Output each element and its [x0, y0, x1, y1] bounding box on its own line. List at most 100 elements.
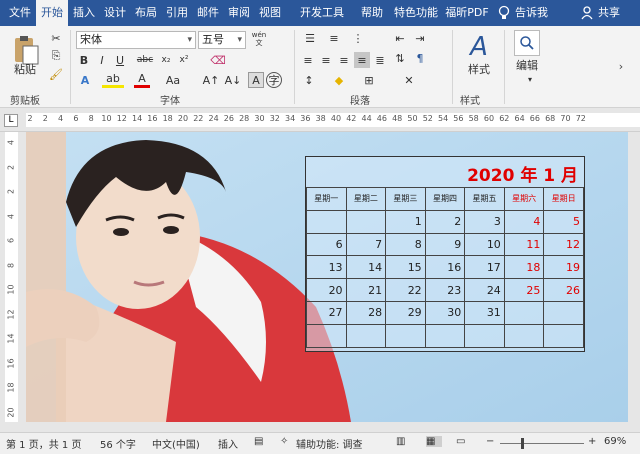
calendar-day-cell[interactable]: 8: [385, 232, 426, 257]
borders-icon[interactable]: ⊞: [360, 72, 378, 88]
tab-help[interactable]: 帮助: [358, 0, 386, 26]
font-name-combo[interactable]: 宋体 ▾: [76, 31, 196, 49]
calendar-day-cell[interactable]: [345, 209, 387, 234]
highlight-icon[interactable]: ab: [102, 72, 124, 88]
styles-icon[interactable]: A: [462, 30, 496, 64]
calendar-day-cell[interactable]: [503, 300, 545, 325]
chinese-layout-icon[interactable]: ✕: [400, 72, 418, 88]
line-spacing-icon[interactable]: ↕: [300, 72, 318, 88]
styles-button[interactable]: 样式: [460, 62, 498, 76]
bold-button[interactable]: B: [76, 52, 92, 68]
calendar-day-cell[interactable]: 30: [424, 300, 466, 325]
tab-home[interactable]: 开始: [36, 0, 68, 26]
clear-format-icon[interactable]: ⌫: [210, 52, 226, 68]
tab-design[interactable]: 设计: [101, 0, 129, 26]
calendar-day-cell[interactable]: 29: [385, 300, 426, 325]
bullets-icon[interactable]: ☰: [300, 30, 320, 46]
calendar-day-cell[interactable]: 19: [543, 255, 584, 280]
tab-features[interactable]: 特色功能: [390, 0, 442, 26]
person-icon[interactable]: [580, 0, 594, 26]
tab-foxit-pdf[interactable]: 福昕PDF: [444, 0, 490, 26]
calendar-day-cell[interactable]: 2: [424, 209, 466, 234]
calendar-day-cell[interactable]: 3: [464, 209, 505, 234]
calendar-day-cell[interactable]: 9: [424, 232, 466, 257]
calendar-day-cell[interactable]: 16: [424, 255, 466, 280]
calendar-day-cell[interactable]: 22: [385, 278, 426, 302]
calendar-day-cell[interactable]: 23: [424, 278, 466, 302]
tab-references[interactable]: 引用: [163, 0, 191, 26]
change-case-button[interactable]: Aa: [160, 72, 186, 88]
zoom-out-button[interactable]: −: [486, 436, 494, 447]
underline-button[interactable]: U: [112, 52, 128, 68]
calendar-day-cell[interactable]: 17: [464, 255, 505, 280]
tab-selector-icon[interactable]: L: [4, 114, 18, 127]
show-marks-icon[interactable]: ¶: [412, 50, 428, 66]
zoom-slider-thumb[interactable]: [521, 438, 524, 449]
word-count[interactable]: 56 个字: [100, 436, 136, 451]
search-icon[interactable]: [514, 30, 540, 56]
accessibility-status[interactable]: 辅助功能: 调查: [296, 436, 363, 451]
language-indicator[interactable]: 中文(中国): [152, 436, 200, 451]
accessibility-icon[interactable]: ✧: [280, 436, 294, 447]
calendar-day-cell[interactable]: [306, 323, 347, 348]
insert-mode[interactable]: 插入: [218, 436, 238, 451]
calendar-day-cell[interactable]: 25: [503, 278, 545, 302]
page-count[interactable]: 第 1 页，共 1 页: [6, 436, 81, 451]
macro-record-icon[interactable]: ▤: [254, 436, 268, 447]
multilevel-list-icon[interactable]: ⋮: [348, 30, 368, 46]
grow-font-button[interactable]: A↑: [202, 72, 220, 88]
calendar-day-cell[interactable]: [424, 323, 466, 348]
tab-review[interactable]: 审阅: [225, 0, 253, 26]
calendar-day-cell[interactable]: 20: [306, 278, 347, 302]
calendar-day-cell[interactable]: 7: [345, 232, 387, 257]
copy-icon[interactable]: ⎘: [48, 48, 64, 64]
font-size-combo[interactable]: 五号 ▾: [198, 31, 246, 49]
justify-icon[interactable]: ≡: [354, 52, 370, 68]
zoom-slider-track[interactable]: [500, 443, 584, 444]
increase-indent-icon[interactable]: ⇥: [412, 30, 428, 46]
numbering-icon[interactable]: ≡: [324, 30, 344, 46]
read-mode-icon[interactable]: ▥: [396, 436, 410, 447]
calendar-day-cell[interactable]: 4: [503, 209, 545, 234]
sort-icon[interactable]: ⇅: [392, 50, 408, 66]
cut-icon[interactable]: ✂: [48, 30, 64, 46]
calendar-day-cell[interactable]: 28: [345, 300, 387, 325]
print-layout-icon[interactable]: ▦: [426, 436, 442, 447]
calendar-day-cell[interactable]: 5: [543, 209, 584, 234]
subscript-button[interactable]: x₂: [158, 52, 174, 68]
calendar-day-cell[interactable]: 27: [306, 300, 347, 325]
tab-developer[interactable]: 开发工具: [287, 0, 357, 26]
calendar-day-cell[interactable]: 12: [543, 232, 584, 257]
web-layout-icon[interactable]: ▭: [456, 436, 470, 447]
shading-icon[interactable]: ◆: [330, 72, 348, 88]
calendar-day-cell[interactable]: 10: [464, 232, 505, 257]
phonetic-guide-button[interactable]: wén 文: [249, 29, 269, 49]
format-painter-icon[interactable]: 🖌: [48, 66, 64, 82]
calendar-day-cell[interactable]: 18: [503, 255, 545, 280]
distributed-icon[interactable]: ≣: [372, 52, 388, 68]
calendar-day-cell[interactable]: [543, 323, 584, 348]
paste-button[interactable]: 粘贴: [10, 62, 40, 76]
tab-view[interactable]: 视图: [256, 0, 284, 26]
lightbulb-icon[interactable]: [497, 0, 511, 26]
calendar-day-cell[interactable]: 21: [345, 278, 387, 302]
calendar-day-cell[interactable]: [503, 323, 545, 348]
decrease-indent-icon[interactable]: ⇤: [392, 30, 408, 46]
strikethrough-button[interactable]: abc: [134, 52, 156, 68]
shrink-font-button[interactable]: A↓: [224, 72, 242, 88]
calendar-day-cell[interactable]: [385, 323, 426, 348]
zoom-level[interactable]: 69%: [604, 436, 626, 447]
calendar-day-cell[interactable]: 6: [306, 232, 347, 257]
vertical-ruler[interactable]: 4 2 2 4 6 8 10 12 14 16 18 20: [0, 132, 22, 422]
superscript-button[interactable]: x²: [176, 52, 192, 68]
collapse-ribbon-icon[interactable]: ›: [614, 58, 628, 74]
align-left-icon[interactable]: ≡: [300, 52, 316, 68]
tab-insert[interactable]: 插入: [70, 0, 98, 26]
tab-file[interactable]: 文件: [6, 0, 34, 26]
calendar-day-cell[interactable]: [464, 323, 505, 348]
calendar-day-cell[interactable]: 26: [543, 278, 584, 302]
calendar-day-cell[interactable]: 15: [385, 255, 426, 280]
align-center-icon[interactable]: ≡: [318, 52, 334, 68]
enclose-char-button[interactable]: 字: [266, 72, 282, 88]
character-shading-button[interactable]: A: [248, 72, 264, 88]
